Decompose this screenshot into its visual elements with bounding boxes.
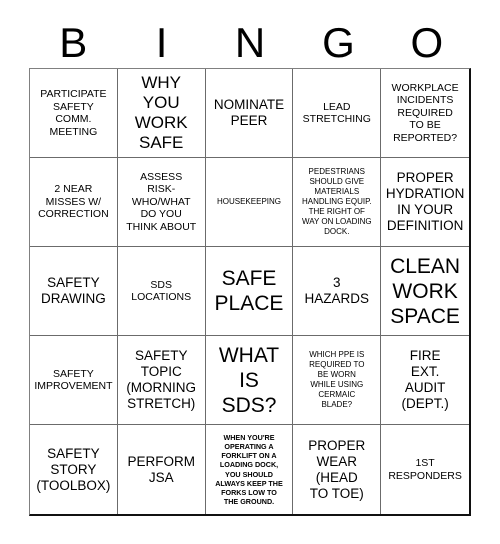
bingo-cell-n5[interactable]: WHEN YOU'RE OPERATING A FORKLIFT ON A LO… <box>206 425 294 514</box>
bingo-cell-text: HOUSEKEEPING <box>216 197 281 206</box>
bingo-cell-text: WHICH PPE IS REQUIRED TO BE WORN WHILE U… <box>309 350 365 409</box>
bingo-cell-text: PARTICIPATE SAFETY COMM. MEETING <box>40 88 107 138</box>
bingo-cell-text: 1ST RESPONDERS <box>388 457 462 482</box>
bingo-cell-text: 2 NEAR MISSES W/ CORRECTION <box>38 183 109 221</box>
bingo-card: B I N G O PARTICIPATE SAFETY COMM. MEETI… <box>0 0 500 544</box>
bingo-cell-o3[interactable]: CLEAN WORK SPACE <box>381 247 469 336</box>
bingo-cell-text: PERFORM JSA <box>127 453 195 485</box>
header-letter-i: I <box>155 19 168 66</box>
bingo-cell-text: PROPER WEAR (HEAD TO TOE) <box>308 437 366 501</box>
bingo-cell-text: ASSESS RISK- WHO/WHAT DO YOU THINK ABOUT <box>126 170 197 233</box>
header-letter-n: N <box>234 19 266 66</box>
bingo-cell-text: NOMINATE PEER <box>213 97 285 128</box>
bingo-header: B I N G O <box>29 18 471 68</box>
bingo-cell-n2[interactable]: HOUSEKEEPING <box>205 158 294 247</box>
bingo-grid: PARTICIPATE SAFETY COMM. MEETING WHY YOU… <box>29 68 471 516</box>
bingo-cell-text: PEDESTRIANS SHOULD GIVE MATERIALS HANDLI… <box>301 167 372 236</box>
bingo-cell-text: SDS LOCATIONS <box>131 278 192 304</box>
header-letter-b: B <box>59 19 88 66</box>
bingo-cell-text: LEAD STRETCHING <box>302 100 371 126</box>
bingo-cell-g3[interactable]: 3 HAZARDS <box>293 247 382 336</box>
bingo-cell-g5[interactable]: PROPER WEAR (HEAD TO TOE) <box>293 425 382 514</box>
bingo-cell-i3[interactable]: SDS LOCATIONS <box>117 247 206 336</box>
bingo-cell-b2[interactable]: 2 NEAR MISSES W/ CORRECTION <box>30 158 118 247</box>
bingo-cell-text: WORKPLACE INCIDENTS REQUIRED TO BE REPOR… <box>391 81 459 144</box>
bingo-cell-i4[interactable]: SAFETY TOPIC (MORNING STRETCH) <box>117 336 206 425</box>
bingo-cell-n3[interactable]: SAFE PLACE <box>205 247 294 336</box>
bingo-cell-o5[interactable]: 1ST RESPONDERS <box>381 425 469 514</box>
bingo-cell-g1[interactable]: LEAD STRETCHING <box>293 69 382 158</box>
bingo-cell-g2[interactable]: PEDESTRIANS SHOULD GIVE MATERIALS HANDLI… <box>293 158 382 247</box>
header-letter-g: G <box>322 19 355 66</box>
bingo-cell-text: SAFETY STORY (TOOLBOX) <box>36 445 111 493</box>
bingo-cell-o2[interactable]: PROPER HYDRATION IN YOUR DEFINITION <box>381 158 469 247</box>
bingo-cell-text: WHAT IS SDS? <box>218 343 280 417</box>
bingo-cell-b3[interactable]: SAFETY DRAWING <box>30 247 118 336</box>
bingo-cell-text: SAFETY DRAWING <box>41 275 106 306</box>
bingo-cell-o4[interactable]: FIRE EXT. AUDIT (DEPT.) <box>381 336 469 425</box>
bingo-cell-i1[interactable]: WHY YOU WORK SAFE <box>117 69 206 158</box>
bingo-cell-b5[interactable]: SAFETY STORY (TOOLBOX) <box>30 425 118 514</box>
bingo-cell-text: SAFETY TOPIC (MORNING STRETCH) <box>126 348 197 411</box>
bingo-cell-i5[interactable]: PERFORM JSA <box>118 425 206 514</box>
bingo-cell-b1[interactable]: PARTICIPATE SAFETY COMM. MEETING <box>30 69 118 158</box>
bingo-cell-text: CLEAN WORK SPACE <box>390 254 461 328</box>
bingo-cell-text: SAFETY IMPROVEMENT <box>34 367 113 393</box>
bingo-cell-text: WHY YOU WORK SAFE <box>134 73 188 152</box>
header-letter-o: O <box>410 19 444 66</box>
bingo-cell-text: SAFE PLACE <box>214 267 284 315</box>
bingo-cell-n4[interactable]: WHAT IS SDS? <box>205 336 294 425</box>
bingo-cell-g4[interactable]: WHICH PPE IS REQUIRED TO BE WORN WHILE U… <box>293 336 382 425</box>
bingo-cell-text: FIRE EXT. AUDIT (DEPT.) <box>401 348 449 411</box>
bingo-cell-b4[interactable]: SAFETY IMPROVEMENT <box>30 336 118 425</box>
bingo-cell-i2[interactable]: ASSESS RISK- WHO/WHAT DO YOU THINK ABOUT <box>117 158 206 247</box>
bingo-cell-n1[interactable]: NOMINATE PEER <box>205 69 294 158</box>
bingo-cell-text: 3 HAZARDS <box>304 275 370 306</box>
bingo-cell-o1[interactable]: WORKPLACE INCIDENTS REQUIRED TO BE REPOR… <box>381 69 469 158</box>
bingo-cell-text: WHEN YOU'RE OPERATING A FORKLIFT ON A LO… <box>215 432 283 507</box>
bingo-cell-text: PROPER HYDRATION IN YOUR DEFINITION <box>385 170 465 233</box>
